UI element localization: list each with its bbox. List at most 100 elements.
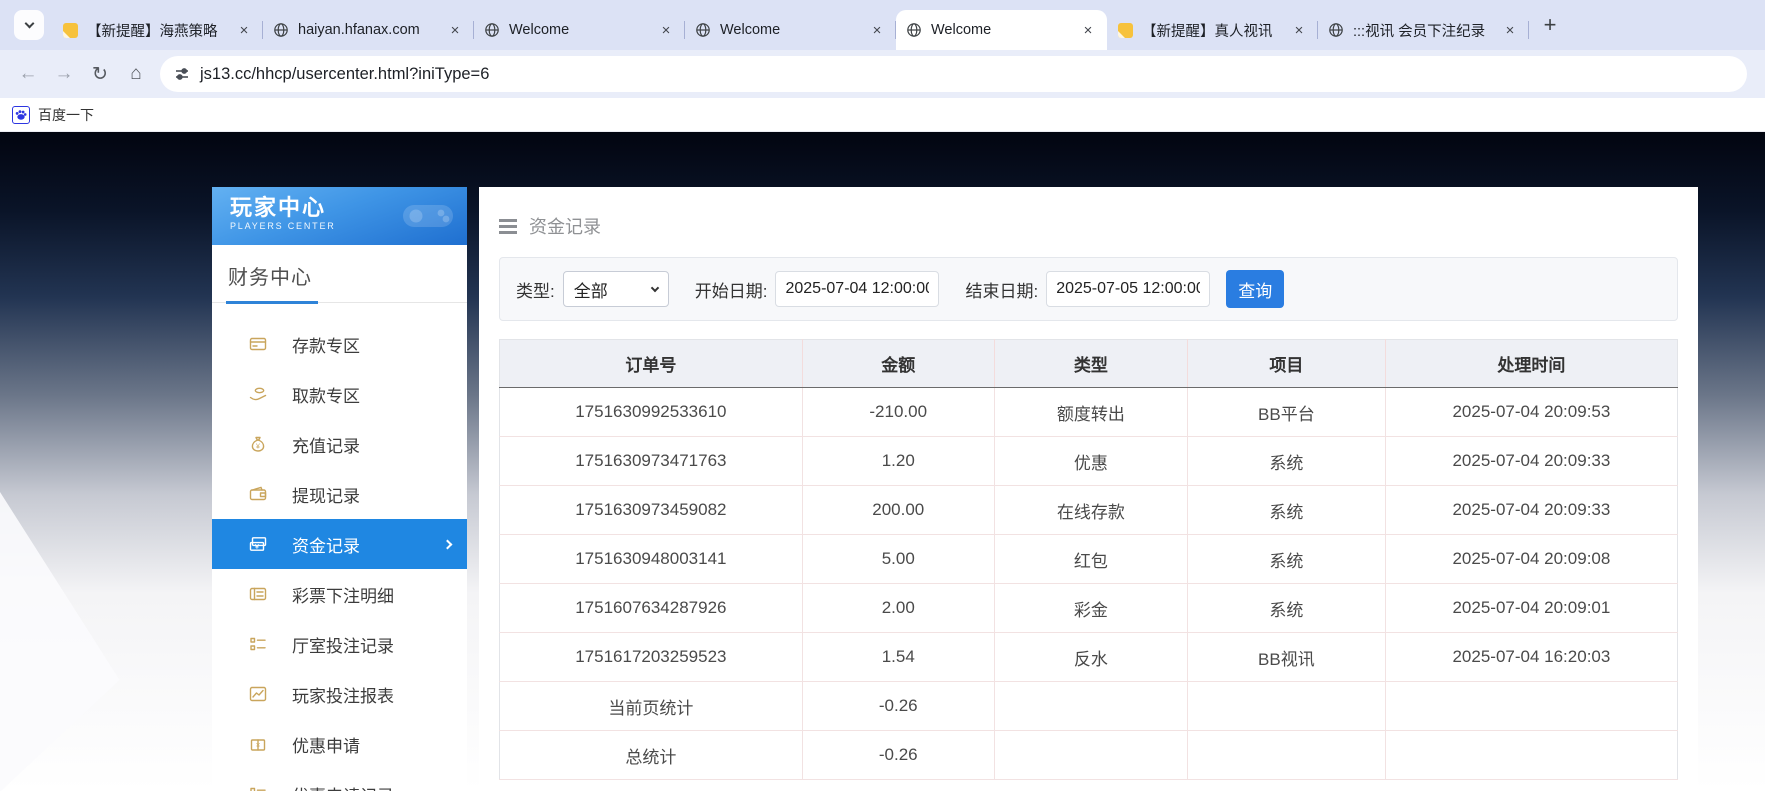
tab-close-icon[interactable]: × <box>235 21 253 39</box>
tab-title: 【新提醒】海燕策略 <box>87 20 229 41</box>
sidebar-item-label: 存款专区 <box>292 332 360 357</box>
sidebar-item-label: 玩家投注报表 <box>292 682 394 707</box>
sidebar-item-玩家投注报表[interactable]: 玩家投注报表 <box>212 669 467 719</box>
table-cell <box>994 731 1187 780</box>
forward-button[interactable]: → <box>46 56 82 92</box>
browser-tab[interactable]: 【新提醒】真人视讯 × <box>1107 10 1318 50</box>
sidebar-item-label: 充值记录 <box>292 432 360 457</box>
table-cell: 2.00 <box>802 584 994 633</box>
table-cell: 优惠 <box>994 437 1187 486</box>
browser-window: 【新提醒】海燕策略×haiyan.hfanax.com×Welcome×Welc… <box>0 0 1765 791</box>
bookmark-baidu[interactable]: 百度一下 <box>12 105 94 125</box>
globe-favicon <box>695 22 711 38</box>
tab-title: :::视讯 会员下注纪录 <box>1353 20 1495 41</box>
end-date-input[interactable] <box>1046 271 1210 307</box>
table-cell: 当前页统计 <box>500 682 803 731</box>
table-cell: 1751630948003141 <box>500 535 803 584</box>
table-cell: 额度转出 <box>994 388 1187 437</box>
hamburger-menu-icon[interactable] <box>499 219 517 234</box>
chevron-right-icon <box>443 539 453 549</box>
chat-yellow-favicon <box>62 22 78 38</box>
search-button[interactable]: 查询 <box>1226 270 1284 308</box>
new-tab-button[interactable]: + <box>1535 10 1565 40</box>
table-cell: 200.00 <box>802 486 994 535</box>
browser-tab[interactable]: Welcome × <box>685 10 896 50</box>
table-row: 17516172032595231.54反水BB视讯2025-07-04 16:… <box>500 633 1678 682</box>
table-row: 总统计-0.26 <box>500 731 1678 780</box>
tab-strip-tabs: 【新提醒】海燕策略×haiyan.hfanax.com×Welcome×Welc… <box>52 10 1529 50</box>
sidebar-item-优惠申请记录[interactable]: 优惠申请记录 <box>212 769 467 791</box>
globe-favicon <box>273 22 289 38</box>
browser-tab[interactable]: 【新提醒】海燕策略 × <box>52 10 263 50</box>
page-title: 资金记录 <box>529 213 601 239</box>
table-cell: 5.00 <box>802 535 994 584</box>
back-button[interactable]: ← <box>10 56 46 92</box>
tab-close-icon[interactable]: × <box>1079 21 1097 39</box>
chevron-down-icon <box>24 19 34 29</box>
reload-button[interactable]: ↻ <box>82 56 118 92</box>
tab-close-icon[interactable]: × <box>446 21 464 39</box>
browser-tab[interactable]: :::视讯 会员下注纪录 × <box>1318 10 1529 50</box>
sidebar-item-厅室投注记录[interactable]: 厅室投注记录 <box>212 619 467 669</box>
sidebar-section-title: 财务中心 <box>212 245 467 290</box>
bookmark-label: 百度一下 <box>38 105 94 125</box>
globe-favicon <box>1328 22 1344 38</box>
withdrawal-wallet-icon <box>248 484 268 504</box>
table-cell: -0.26 <box>802 682 994 731</box>
tab-title: 【新提醒】真人视讯 <box>1142 20 1284 41</box>
promo-list-icon <box>248 784 268 791</box>
chevron-down-icon <box>650 283 658 291</box>
type-select[interactable]: 全部 <box>563 271 669 307</box>
table-row: 17516309480031415.00红包系统2025-07-04 20:09… <box>500 535 1678 584</box>
globe-favicon <box>906 22 922 38</box>
tab-close-icon[interactable]: × <box>1501 21 1519 39</box>
browser-tab[interactable]: Welcome × <box>474 10 685 50</box>
url-text: js13.cc/hhcp/usercenter.html?iniType=6 <box>200 65 489 84</box>
tab-title: haiyan.hfanax.com <box>298 22 440 38</box>
tab-close-icon[interactable]: × <box>1290 21 1308 39</box>
browser-tab[interactable]: haiyan.hfanax.com × <box>263 10 474 50</box>
browser-tab[interactable]: Welcome× <box>896 10 1107 50</box>
sidebar-item-label: 资金记录 <box>292 532 360 557</box>
sidebar-item-充值记录[interactable]: ¥充值记录 <box>212 419 467 469</box>
table-cell: 系统 <box>1187 535 1385 584</box>
tab-title: Welcome <box>720 22 862 38</box>
tab-title: Welcome <box>509 22 651 38</box>
table-cell: 彩金 <box>994 584 1187 633</box>
table-cell <box>1187 731 1385 780</box>
start-date-input[interactable] <box>775 271 939 307</box>
table-column-header: 项目 <box>1187 340 1385 388</box>
table-column-header: 类型 <box>994 340 1187 388</box>
address-bar[interactable]: js13.cc/hhcp/usercenter.html?iniType=6 <box>160 56 1747 92</box>
sidebar-item-存款专区[interactable]: 存款专区 <box>212 319 467 369</box>
sidebar-menu: 存款专区取款专区¥充值记录提现记录¥资金记录彩票下注明细厅室投注记录玩家投注报表… <box>212 303 467 791</box>
sidebar-item-提现记录[interactable]: 提现记录 <box>212 469 467 519</box>
table-cell: 1751607634287926 <box>500 584 803 633</box>
table-cell <box>994 682 1187 731</box>
background-art-triangle <box>0 392 230 791</box>
table-cell: 1751617203259523 <box>500 633 803 682</box>
sidebar-item-label: 取款专区 <box>292 382 360 407</box>
lottery-ticket-icon <box>248 584 268 604</box>
table-cell: 2025-07-04 20:09:08 <box>1385 535 1677 584</box>
funds-record-panel: 资金记录 类型: 全部 开始日期: 结束日期: 查询 订单号金额类型项目处理时间 <box>479 187 1698 791</box>
home-button[interactable]: ⌂ <box>118 56 154 92</box>
site-info-icon[interactable] <box>174 66 190 82</box>
table-column-header: 金额 <box>802 340 994 388</box>
sidebar-item-取款专区[interactable]: 取款专区 <box>212 369 467 419</box>
bookmarks-bar: 百度一下 <box>0 98 1765 132</box>
svg-text:¥: ¥ <box>256 743 260 750</box>
table-cell: 2025-07-04 20:09:53 <box>1385 388 1677 437</box>
tab-close-icon[interactable]: × <box>868 21 886 39</box>
promo-gift-icon: ¥ <box>248 734 268 754</box>
table-cell: 1751630973471763 <box>500 437 803 486</box>
sidebar-item-资金记录[interactable]: ¥资金记录 <box>212 519 467 569</box>
sidebar-item-彩票下注明细[interactable]: 彩票下注明细 <box>212 569 467 619</box>
table-column-header: 处理时间 <box>1385 340 1677 388</box>
sidebar-item-优惠申请[interactable]: ¥优惠申请 <box>212 719 467 769</box>
table-cell: 1751630992533610 <box>500 388 803 437</box>
tab-search-button[interactable] <box>14 10 44 40</box>
tab-close-icon[interactable]: × <box>657 21 675 39</box>
table-cell: BB视讯 <box>1187 633 1385 682</box>
table-cell: 2025-07-04 20:09:33 <box>1385 486 1677 535</box>
